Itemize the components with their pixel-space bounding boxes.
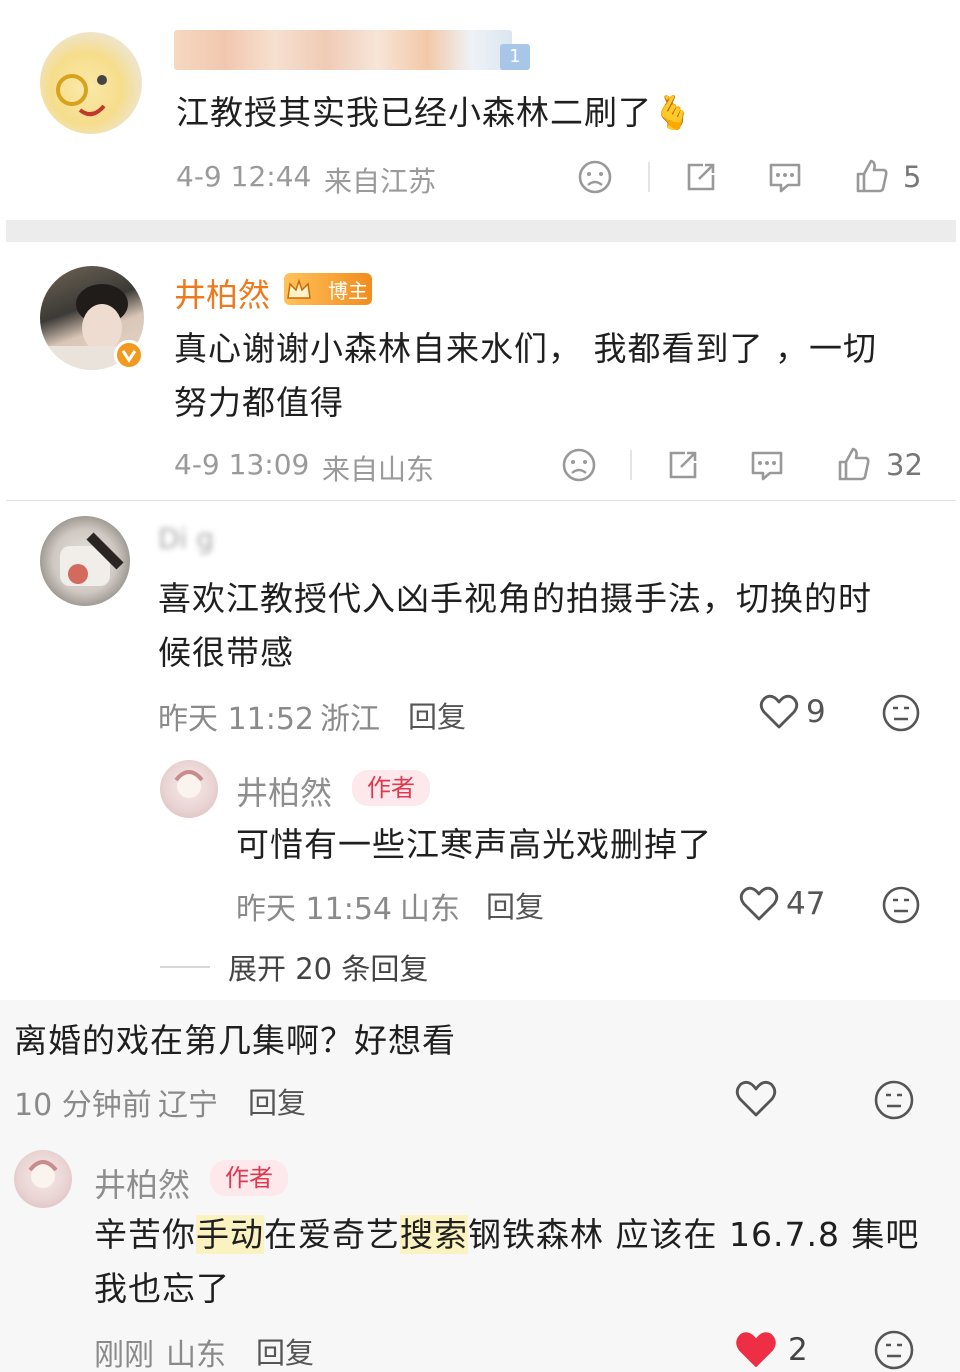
avatar[interactable] (14, 1150, 72, 1208)
reply-text-part: 辛苦你 (94, 1215, 196, 1254)
thumb-up-icon[interactable] (852, 156, 890, 196)
comment-time: 昨天 11:52 (158, 702, 314, 737)
avatar[interactable] (40, 32, 142, 134)
comment-text: 离婚的戏在第几集啊？好想看 (14, 1021, 456, 1060)
like-count: 32 (886, 448, 923, 482)
comment-text-line-2: 候很带感 (158, 633, 294, 672)
comment-time: 4-9 12:44 (176, 160, 312, 193)
comment-location: 来自山东 (322, 453, 435, 486)
user-name[interactable]: 井柏然 (236, 768, 332, 814)
expand-line (160, 966, 210, 968)
share-icon[interactable] (664, 446, 702, 484)
reply-text-line-1: 辛苦你手动在爱奇艺搜索钢铁森林 应该在 16.7.8 集吧 (94, 1208, 919, 1262)
comment-icon[interactable] (748, 446, 786, 484)
like-count: 9 (806, 694, 826, 730)
user-name[interactable]: 井柏然 (174, 270, 270, 316)
action-separator (630, 450, 632, 480)
comment-location: 来自江苏 (324, 165, 437, 198)
divider (6, 500, 956, 501)
comment-text-line-2: 努力都值得 (174, 383, 344, 422)
user-level-badge: 1 (500, 44, 530, 70)
user-name-blurred[interactable]: Di g (158, 522, 238, 556)
dislike-face-icon[interactable] (560, 446, 598, 484)
reply-text-line-2: 我也忘了 (94, 1269, 230, 1308)
user-name[interactable]: 井柏然 (94, 1160, 190, 1206)
reply-location: 山东 (166, 1338, 226, 1372)
reply-text-part: 在爱奇艺 (264, 1215, 400, 1254)
heart-icon[interactable] (738, 884, 780, 924)
avatar[interactable] (160, 760, 218, 818)
reply-text: 可惜有一些江寒声高光戏删掉了 (236, 825, 712, 864)
reply-text-part: 钢铁森林 应该在 16.7.8 集吧 (468, 1215, 920, 1254)
heart-icon[interactable] (734, 1078, 778, 1120)
comment-time: 4-9 13:09 (174, 448, 310, 481)
comment-icon[interactable] (766, 158, 804, 196)
meh-face-icon[interactable] (880, 884, 922, 926)
comment-text-line-1: 真心谢谢小森林自来水们， 我都看到了 ，一切 (174, 329, 877, 368)
avatar[interactable] (40, 516, 130, 606)
blogger-badge-label: 博主 (328, 278, 368, 303)
reply-location: 山东 (400, 892, 460, 927)
comment-location: 辽宁 (158, 1088, 218, 1123)
blogger-badge: 博主 (284, 273, 372, 305)
heart-icon[interactable] (758, 692, 800, 732)
reply-button[interactable]: 回复 (486, 884, 544, 926)
meh-face-icon[interactable] (872, 1078, 916, 1122)
thumb-up-icon[interactable] (834, 444, 872, 484)
author-tag: 作者 (352, 770, 430, 806)
like-count: 2 (788, 1332, 808, 1368)
verified-badge-icon (114, 340, 144, 370)
reply-button[interactable]: 回复 (408, 694, 466, 736)
crown-icon (284, 274, 314, 304)
heart-filled-icon[interactable] (734, 1330, 778, 1370)
user-name-blurred[interactable] (174, 30, 512, 70)
reply-button[interactable]: 回复 (248, 1080, 306, 1122)
comment-text: 江教授其实我已经小森林二刷了🫰 (176, 93, 695, 132)
share-icon[interactable] (682, 158, 720, 196)
avatar-face-icon (56, 74, 107, 117)
expand-replies-button[interactable]: 展开 20 条回复 (228, 946, 428, 988)
like-count: 5 (903, 160, 922, 194)
highlighted-keyword[interactable]: 手动 (196, 1215, 264, 1254)
avatar-illustration-icon (28, 1160, 58, 1188)
comment-time: 10 分钟前 (14, 1088, 152, 1123)
action-separator (648, 162, 650, 192)
highlighted-keyword[interactable]: 搜索 (400, 1215, 468, 1254)
reply-time: 刚刚 (94, 1338, 154, 1372)
comment-location: 浙江 (320, 702, 380, 737)
dislike-face-icon[interactable] (576, 158, 614, 196)
comment-text-line-1: 喜欢江教授代入凶手视角的拍摄手法，切换的时 (158, 579, 872, 618)
meh-face-icon[interactable] (872, 1328, 916, 1372)
reply-button[interactable]: 回复 (256, 1330, 314, 1372)
like-count: 47 (786, 886, 826, 922)
avatar-illustration-icon (174, 770, 204, 798)
author-tag: 作者 (210, 1160, 288, 1196)
section-divider (6, 220, 956, 242)
meh-face-icon[interactable] (880, 692, 922, 734)
reply-time: 昨天 11:54 (236, 892, 392, 927)
avatar-photo-icon (60, 532, 124, 586)
